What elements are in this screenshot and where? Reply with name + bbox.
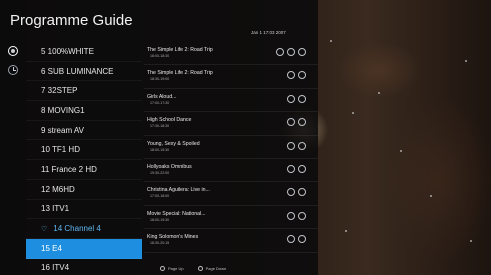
page-down-key-icon (197, 266, 203, 272)
channel-row[interactable]: 16 ITV4 (26, 259, 142, 275)
programme-time: 19:30-22:00 (150, 170, 170, 175)
record-icon[interactable] (287, 235, 295, 244)
channel-label: 11 France 2 HD (41, 164, 97, 174)
hd-icon[interactable] (276, 48, 284, 56)
record-icon[interactable] (287, 71, 295, 80)
channel-row[interactable]: 11 France 2 HD (26, 160, 142, 180)
programme-actions (276, 48, 306, 56)
clock-readout: Jan 1 17:03 2007 (251, 30, 286, 35)
programme-actions (287, 211, 306, 220)
record-icon[interactable] (287, 164, 295, 173)
page-down-hint[interactable]: Page Down (197, 266, 226, 272)
record-icon[interactable] (287, 118, 295, 127)
channel-label: 16 ITV4 (41, 263, 70, 273)
reminder-icon[interactable] (298, 94, 306, 103)
channel-label: 5 100%WHITE (41, 46, 94, 56)
programme-row[interactable]: The Simple Life 2: Road Trip 18:00-18:30 (144, 42, 318, 66)
programme-title: King Solomon's Mines (147, 234, 199, 241)
programme-title: Hollyoaks Omnibus (147, 163, 192, 170)
footer-hints: Page Up Page Down (160, 266, 226, 272)
channel-row[interactable]: 6 SUB LUMINANCE (26, 62, 142, 82)
programme-title: Christina Aguilera: Live in... (147, 187, 210, 194)
channel-label: 6 SUB LUMINANCE (41, 66, 114, 76)
channel-row[interactable]: 13 ITV1 (26, 200, 142, 220)
programme-title: The Simple Life 2: Road Trip (147, 70, 213, 77)
programme-time: 18:00-18:30 (150, 54, 170, 58)
programme-actions (287, 118, 306, 127)
reminder-icon[interactable] (298, 164, 306, 173)
channel-label: 7 32STEP (41, 86, 78, 96)
channel-label: 13 ITV1 (41, 204, 70, 214)
programme-time: 17:30-18:30 (150, 124, 170, 129)
programme-actions (287, 235, 306, 244)
channel-row[interactable]: 7 32STEP (26, 81, 142, 102)
channel-row[interactable]: 15 E4 (26, 238, 142, 259)
programme-row[interactable]: Hollyoaks Omnibus 19:30-22:00 (144, 159, 318, 183)
programme-actions (287, 71, 306, 80)
page-up-key-icon (160, 266, 165, 272)
programme-title: High School Dance (147, 117, 192, 124)
channel-label: 10 TF1 HD (41, 145, 80, 155)
programme-time: 17:00-17:30 (150, 100, 170, 105)
channel-row[interactable]: 12 M6HD (26, 180, 142, 200)
channel-list-icon[interactable] (8, 46, 18, 56)
programme-time: 18:30-19:00 (150, 77, 170, 82)
clock-icon[interactable] (8, 65, 18, 75)
favourite-icon: ♡ (41, 225, 48, 233)
channel-row[interactable]: 10 TF1 HD (26, 140, 142, 161)
programme-title: Girls Aloud... (147, 93, 177, 100)
reminder-icon[interactable] (298, 235, 306, 244)
record-icon[interactable] (287, 48, 295, 56)
programme-title: Young, Sexy & Spoiled (147, 140, 200, 147)
channel-label: 9 stream AV (41, 125, 84, 135)
record-icon[interactable] (287, 188, 295, 197)
programme-title: Movie Special: National... (147, 210, 206, 217)
reminder-icon[interactable] (298, 211, 306, 220)
programme-actions (287, 164, 306, 173)
channel-label: 12 M6HD (41, 184, 75, 194)
record-icon[interactable] (287, 141, 295, 150)
programme-guide-panel: Programme Guide Jan 1 17:03 2007 5 100%W… (0, 0, 318, 275)
programme-actions (287, 188, 306, 197)
reminder-icon[interactable] (298, 188, 306, 197)
programme-row[interactable]: Christina Aguilera: Live in... 17:00-18:0… (144, 182, 318, 206)
record-icon[interactable] (287, 94, 295, 103)
reminder-icon[interactable] (298, 118, 306, 127)
reminder-icon[interactable] (298, 141, 306, 150)
programme-list: The Simple Life 2: Road Trip 18:00-18:30 T… (144, 42, 318, 253)
channel-row[interactable]: 9 stream AV (26, 121, 142, 141)
programme-row[interactable]: High School Dance 17:30-18:30 (144, 112, 318, 136)
programme-time: 18:00-19:30 (150, 217, 170, 222)
page-title: Programme Guide (10, 12, 133, 29)
programme-title: The Simple Life 2: Road Trip (147, 47, 213, 53)
programme-row[interactable]: The Simple Life 2: Road Trip 18:30-19:00 (144, 65, 318, 89)
programme-time: 17:00-18:00 (150, 194, 170, 199)
programme-time: 18:00-19:30 (150, 147, 170, 152)
programme-time: 18:30-20:15 (150, 241, 170, 246)
reminder-icon[interactable] (298, 71, 306, 80)
channel-row[interactable]: ♡ 14 Channel 4 (26, 219, 142, 239)
programme-actions (287, 141, 306, 150)
channel-row[interactable]: 8 MOVING1 (26, 101, 142, 121)
page-up-hint[interactable]: Page Up (160, 266, 184, 272)
channel-label: 8 MOVING1 (41, 105, 85, 115)
side-nav (8, 46, 22, 84)
channel-label: 14 Channel 4 (53, 224, 101, 234)
channel-list: 5 100%WHITE 6 SUB LUMINANCE 7 32STEP 8 MOVI… (26, 42, 142, 275)
channel-label: 15 E4 (41, 243, 62, 253)
reminder-icon[interactable] (298, 48, 306, 56)
programme-actions (287, 94, 306, 103)
programme-row[interactable]: Movie Special: National... 18:00-19:30 (144, 206, 318, 230)
channel-row[interactable]: 5 100%WHITE (26, 42, 142, 62)
programme-row[interactable]: Young, Sexy & Spoiled 18:00-19:30 (144, 136, 318, 159)
programme-row[interactable]: Girls Aloud... 17:00-17:30 (144, 89, 318, 113)
programme-row[interactable]: King Solomon's Mines 18:30-20:15 (144, 229, 318, 253)
record-icon[interactable] (287, 211, 295, 220)
